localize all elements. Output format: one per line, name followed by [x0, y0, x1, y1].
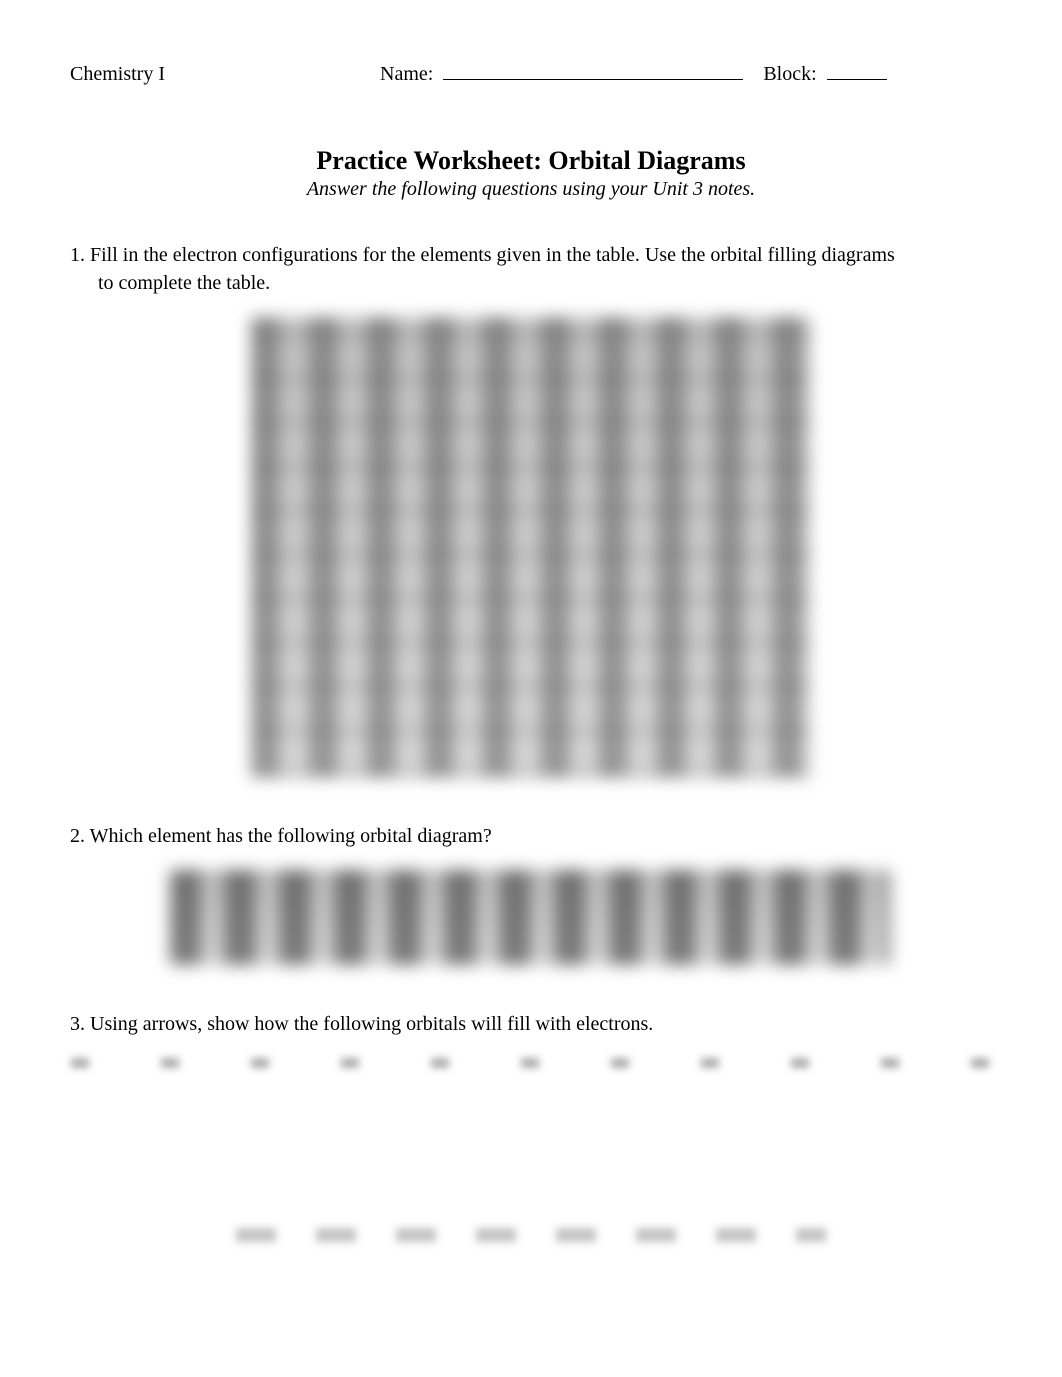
- worksheet-title: Practice Worksheet: Orbital Diagrams: [70, 146, 992, 176]
- block-label: Block:: [763, 63, 816, 86]
- block-input-line[interactable]: [827, 60, 887, 80]
- question-2: 2. Which element has the following orbit…: [70, 822, 992, 850]
- blurred-content-strip-1: [71, 1058, 991, 1068]
- question-2-number: 2.: [70, 825, 85, 847]
- page-header: Chemistry I Name: Block:: [70, 60, 992, 86]
- name-input-line[interactable]: [443, 60, 743, 80]
- question-3-text: Using arrows, show how the following orb…: [90, 1013, 653, 1035]
- orbital-diagram-image-blurred: [170, 870, 890, 965]
- question-1-text-line2: to complete the table.: [70, 269, 992, 297]
- orbital-table-image-blurred: [251, 317, 811, 777]
- question-2-text: Which element has the following orbital …: [90, 825, 492, 847]
- question-3: 3. Using arrows, show how the following …: [70, 1010, 992, 1038]
- worksheet-subtitle: Answer the following questions using you…: [70, 178, 992, 201]
- course-name: Chemistry I: [70, 63, 370, 86]
- question-1-number: 1.: [70, 244, 85, 266]
- blurred-content-strip-2: [236, 1228, 826, 1242]
- question-1: 1. Fill in the electron configurations f…: [70, 241, 992, 297]
- question-1-text-line1: Fill in the electron configurations for …: [90, 244, 895, 266]
- name-label: Name:: [380, 63, 433, 86]
- question-3-number: 3.: [70, 1013, 85, 1035]
